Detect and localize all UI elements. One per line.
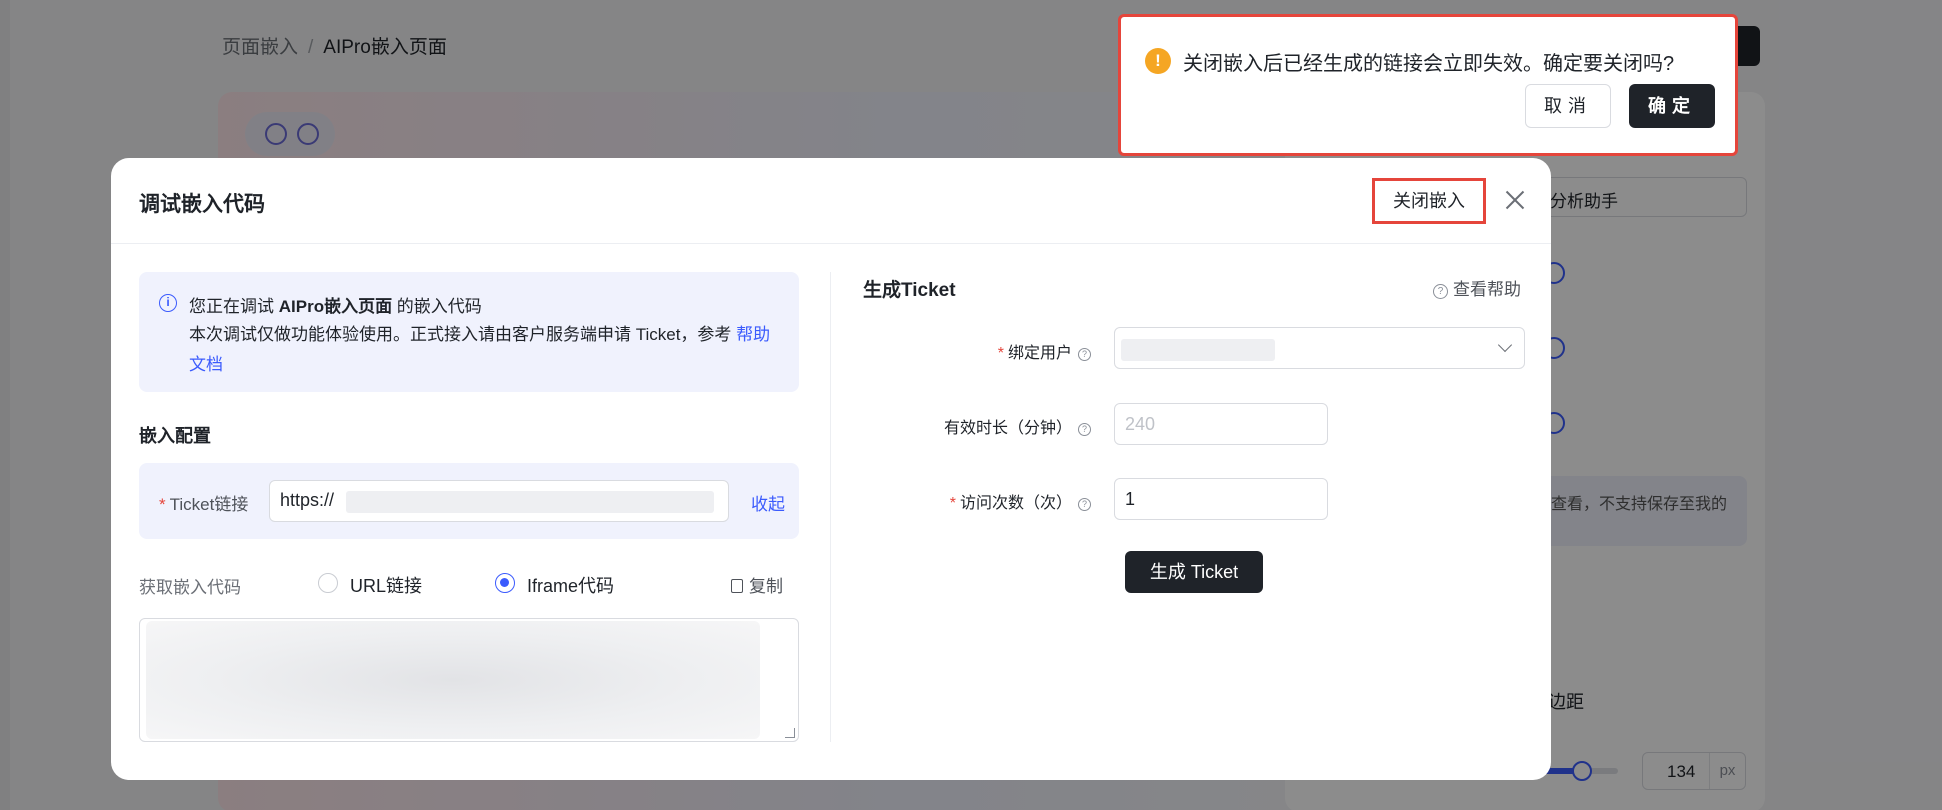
radio-url-label[interactable]: URL链接 [350,572,422,598]
warning-icon: ! [1145,48,1171,74]
copy-icon [731,579,743,593]
embed-code-textarea[interactable] [139,618,799,742]
redacted-code [146,621,760,739]
help-link-label: 查看帮助 [1453,280,1521,299]
chevron-down-icon [1497,337,1513,353]
ticket-link-input[interactable]: https:// [269,480,729,522]
radio-iframe[interactable] [495,573,515,593]
info-alert: i 您正在调试 AIPro嵌入页面 的嵌入代码 本次调试仅做功能体验使用。正式接… [139,272,799,392]
redacted-user [1121,339,1275,361]
ticket-link-label: * Ticket链接 [159,495,249,514]
info-icon: i [159,294,177,312]
column-divider [830,272,831,742]
radio-url[interactable] [318,573,338,593]
info-prefix: 您正在调试 [189,297,279,316]
ticket-link-row: * Ticket链接 https:// 收起 [139,463,799,539]
duration-input[interactable]: 240 [1114,403,1328,445]
bind-user-label: * 绑定用户? [891,339,1091,363]
copy-label: 复制 [749,577,783,596]
radio-iframe-label[interactable]: Iframe代码 [527,572,614,598]
duration-label-text: 有效时长（分钟） [943,420,1072,437]
info-suffix: 的嵌入代码 [392,297,482,316]
confirm-button[interactable]: 确定 [1629,84,1715,128]
ticket-link-value: https:// [280,490,335,510]
confirm-popover: ! 关闭嵌入后已经生成的链接会立即失效。确定要关闭吗? 取消 确定 [1118,14,1738,156]
copy-button[interactable]: 复制 [731,572,783,597]
cancel-button[interactable]: 取消 [1525,84,1611,128]
redacted-text [346,491,714,513]
info-page-name: AIPro嵌入页面 [278,297,393,316]
question-icon[interactable]: ? [1078,423,1091,436]
modal-header: 调试嵌入代码 关闭嵌入 [111,158,1551,244]
visits-label-text: 访问次数（次） [959,495,1072,512]
bind-user-label-text: 绑定用户 [1007,345,1072,362]
bind-user-select[interactable] [1114,327,1525,369]
debug-embed-modal: 调试嵌入代码 关闭嵌入 i 您正在调试 AIPro嵌入页面 的嵌入代码 本次调试… [111,158,1551,780]
modal-title: 调试嵌入代码 [139,193,265,216]
close-icon[interactable] [1501,186,1529,214]
question-icon[interactable]: ? [1078,348,1091,361]
collapse-link[interactable]: 收起 [751,490,785,515]
visits-label: * 访问次数（次）? [891,489,1091,513]
question-icon[interactable]: ? [1078,498,1091,511]
embed-config-title: 嵌入配置 [139,426,211,446]
ticket-link-label-text: Ticket链接 [169,495,249,514]
duration-label: 有效时长（分钟）? [891,414,1091,438]
confirm-message: 关闭嵌入后已经生成的链接会立即失效。确定要关闭吗? [1183,53,1675,75]
info-description-text: 本次调试仅做功能体验使用。正式接入请由客户服务端申请 Ticket，参考 [189,325,737,344]
generate-ticket-title: 生成Ticket [863,280,956,301]
info-line: 您正在调试 AIPro嵌入页面 的嵌入代码 [189,292,482,317]
get-code-label: 获取嵌入代码 [139,578,241,597]
resize-handle-icon[interactable] [785,728,795,738]
help-icon: ? [1433,284,1448,299]
help-link[interactable]: ? 查看帮助 [1433,275,1521,300]
info-description: 本次调试仅做功能体验使用。正式接入请由客户服务端申请 Ticket，参考 帮助文… [189,320,779,380]
generate-ticket-button[interactable]: 生成 Ticket [1125,551,1263,593]
close-embed-button[interactable]: 关闭嵌入 [1372,178,1486,224]
visits-input[interactable]: 1 [1114,478,1328,520]
